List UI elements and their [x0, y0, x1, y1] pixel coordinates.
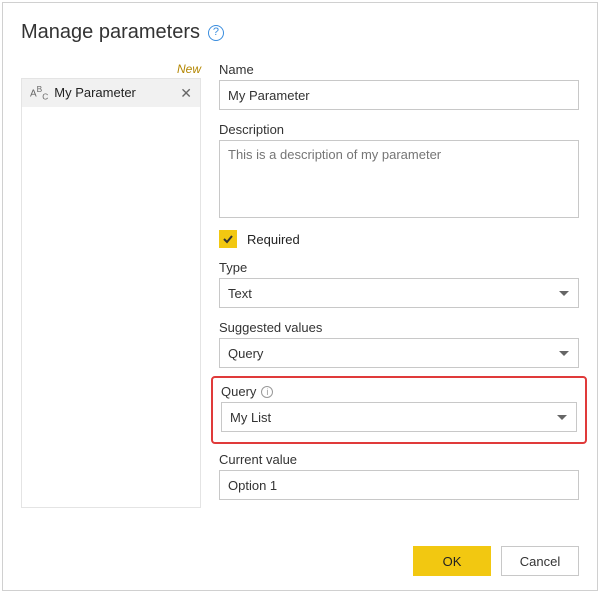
type-select[interactable]: Text [219, 278, 579, 308]
info-icon[interactable]: i [261, 386, 273, 398]
help-icon[interactable]: ? [208, 25, 224, 41]
dialog-footer: OK Cancel [413, 546, 579, 576]
required-checkbox[interactable] [219, 230, 237, 248]
description-input[interactable] [219, 140, 579, 218]
required-label: Required [247, 232, 300, 247]
check-icon [222, 233, 234, 245]
remove-parameter-icon[interactable]: ✕ [180, 86, 192, 100]
query-value: My List [230, 410, 271, 425]
type-label: Type [219, 260, 579, 275]
dialog-title: Manage parameters [21, 21, 200, 44]
suggested-values-value: Query [228, 346, 263, 361]
parameter-sidebar: New ABC My Parameter ✕ [21, 62, 201, 508]
current-value-input[interactable] [219, 470, 579, 500]
dialog-header: Manage parameters ? [21, 21, 579, 44]
query-field-highlight: Query i My List [211, 376, 587, 444]
parameter-form: Name Description Required Type Text Sugg… [219, 62, 579, 508]
description-label: Description [219, 122, 579, 137]
chevron-down-icon [557, 415, 567, 420]
suggested-values-select[interactable]: Query [219, 338, 579, 368]
new-parameter-link[interactable]: New [21, 62, 201, 76]
current-value-label: Current value [219, 452, 579, 467]
chevron-down-icon [559, 291, 569, 296]
parameter-item-name: My Parameter [54, 85, 180, 100]
manage-parameters-dialog: Manage parameters ? New ABC My Parameter… [2, 2, 598, 591]
chevron-down-icon [559, 351, 569, 356]
type-value: Text [228, 286, 252, 301]
parameter-list-item[interactable]: ABC My Parameter ✕ [22, 79, 200, 107]
parameter-list: ABC My Parameter ✕ [21, 78, 201, 508]
name-input[interactable] [219, 80, 579, 110]
query-label: Query [221, 384, 256, 399]
query-select[interactable]: My List [221, 402, 577, 432]
suggested-values-label: Suggested values [219, 320, 579, 335]
cancel-button[interactable]: Cancel [501, 546, 579, 576]
name-label: Name [219, 62, 579, 77]
ok-button[interactable]: OK [413, 546, 491, 576]
text-type-icon: ABC [30, 85, 48, 101]
